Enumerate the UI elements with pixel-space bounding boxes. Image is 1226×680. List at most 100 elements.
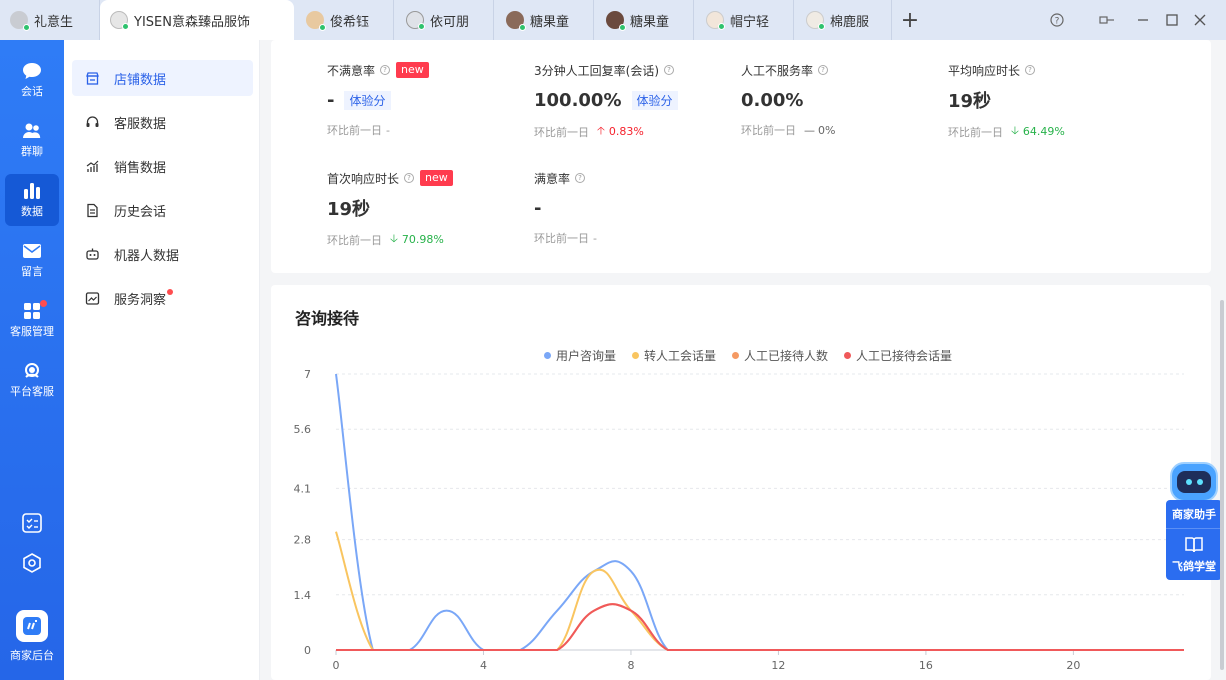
plus-icon[interactable]: + <box>900 8 920 33</box>
y-tick-label: 1.4 <box>294 589 312 602</box>
compare-value: 0.83% <box>608 125 644 138</box>
metric-title: 不满意率 <box>327 63 376 78</box>
help-icon[interactable]: ? <box>818 65 829 75</box>
flat-dash-icon: — <box>804 123 815 137</box>
nav-chat[interactable]: 会话 <box>5 54 59 106</box>
assistant-label-box[interactable]: 商家助手 <box>1166 500 1222 528</box>
help-icon[interactable]: ? <box>664 65 674 75</box>
checklist-icon[interactable] <box>0 512 64 534</box>
y-tick-label: 4.1 <box>294 482 312 495</box>
subnav-robot-data[interactable]: 机器人数据 <box>72 236 253 272</box>
series-line <box>335 531 1184 651</box>
x-tick-label: 20 <box>1066 659 1080 672</box>
maximize-icon[interactable] <box>1162 10 1182 30</box>
series-line <box>335 373 1184 651</box>
new-badge: new <box>396 62 429 78</box>
help-icon[interactable]: ? <box>404 173 415 183</box>
subnav-service-insight[interactable]: 服务洞察 <box>72 280 253 316</box>
arrow-down-icon: 🡣 <box>390 232 398 245</box>
tab-shop-7[interactable]: 帽宁轻 <box>696 0 794 40</box>
subnav-label: 销售数据 <box>114 160 167 176</box>
x-tick-label: 8 <box>627 659 634 672</box>
subnav-label: 服务洞察 <box>114 292 167 308</box>
document-icon <box>84 202 100 218</box>
scrollbar[interactable] <box>1220 300 1224 670</box>
tab-bar: 礼意生 YISEN意森臻品服饰 俊希钰 依可朋 糖果童 糖果童 帽宁轻 棉鹿服 … <box>0 0 1226 40</box>
compare-value: 70.98% <box>401 233 444 246</box>
notification-dot <box>167 289 174 295</box>
subnav-sales-data[interactable]: 销售数据 <box>72 148 253 184</box>
metric-title: 平均响应时长 <box>948 63 1021 78</box>
robot-icon <box>84 246 100 262</box>
tab-label: 糖果童 <box>630 14 670 30</box>
series-line <box>336 603 1184 651</box>
shop-avatar <box>506 11 526 31</box>
subnav-service-data[interactable]: 客服数据 <box>72 104 253 140</box>
nav-group-chat[interactable]: 群聊 <box>5 114 59 166</box>
tab-shop-4[interactable]: 依可朋 <box>396 0 494 40</box>
help-icon[interactable]: ? <box>575 173 586 183</box>
settings-icon[interactable] <box>0 552 64 574</box>
shop-avatar <box>806 11 825 30</box>
metric-value: 100.00% <box>534 89 622 111</box>
metric-satisfaction-rate: 满意率? - 环比前一日 - <box>534 169 734 246</box>
trial-tag: 体验分 <box>344 90 391 110</box>
book-icon <box>1185 536 1203 552</box>
metric-value: - <box>327 89 335 111</box>
nav-label: 客服管理 <box>10 324 54 338</box>
help-icon[interactable]: ? <box>380 65 391 75</box>
subnav-history-chats[interactable]: 历史会话 <box>72 192 253 228</box>
nav-label: 平台客服 <box>10 384 54 398</box>
trend-icon <box>84 158 100 174</box>
help-icon[interactable]: ? <box>1025 65 1036 75</box>
nav-platform-service[interactable]: 平台客服 <box>5 354 59 406</box>
feige-academy-button[interactable]: 飞鸽学堂 <box>1166 528 1222 580</box>
x-tick-label: 4 <box>480 659 487 672</box>
tab-label: 糖果童 <box>530 14 570 30</box>
insight-icon <box>84 290 100 306</box>
tab-shop-3[interactable]: 俊希钰 <box>296 0 394 40</box>
compare-label: 环比前一日 <box>534 125 589 139</box>
metric-dissatisfaction-rate: 不满意率? new - 体验分 环比前一日 - <box>327 61 527 138</box>
tab-shop-5[interactable]: 糖果童 <box>496 0 594 40</box>
shop-avatar <box>110 11 129 30</box>
merchant-backend[interactable]: 商家后台 <box>0 610 64 663</box>
compare-value: - <box>593 231 597 245</box>
shop-avatar <box>406 11 425 30</box>
tab-label: 俊希钰 <box>330 14 370 30</box>
subnav-shop-data[interactable]: 店铺数据 <box>72 60 253 96</box>
y-tick-label: 5.6 <box>294 423 312 436</box>
metric-no-service-rate: 人工不服务率? 0.00% 环比前一日 —0% <box>741 61 941 138</box>
nav-label: 留言 <box>21 264 43 278</box>
close-icon[interactable] <box>1190 10 1210 30</box>
compare-label: 环比前一日 <box>534 232 589 245</box>
metric-title: 满意率 <box>534 171 571 186</box>
trial-tag: 体验分 <box>631 90 678 110</box>
metric-title: 3分钟人工回复率(会话) <box>534 63 659 78</box>
x-tick-label: 12 <box>771 659 785 672</box>
shop-avatar <box>10 11 30 31</box>
sub-nav: 店铺数据 客服数据 销售数据 历史会话 机器人数据 服务洞察 <box>64 40 260 680</box>
tab-shop-1[interactable]: 礼意生 <box>0 0 100 40</box>
bar-chart-icon <box>24 182 40 199</box>
minimize-icon[interactable] <box>1133 10 1153 30</box>
tab-shop-6[interactable]: 糖果童 <box>596 0 694 40</box>
tab-shop-8[interactable]: 棉鹿服 <box>796 0 892 40</box>
nav-service-management[interactable]: 客服管理 <box>5 294 59 346</box>
tab-label: 依可朋 <box>430 14 470 30</box>
x-tick-label: 0 <box>333 659 340 672</box>
metrics-card: 不满意率? new - 体验分 环比前一日 - 3分钟人工回复率(会话)? 100.0… <box>271 40 1211 273</box>
nav-message[interactable]: 留言 <box>5 234 59 286</box>
tab-shop-2[interactable]: YISEN意森臻品服饰 <box>100 0 294 40</box>
merchant-backend-icon <box>16 610 48 642</box>
nav-data[interactable]: 数据 <box>5 174 59 226</box>
pin-icon[interactable] <box>1097 10 1117 30</box>
help-icon[interactable]: ? <box>1047 10 1067 30</box>
shop-avatar <box>706 11 725 30</box>
shop-avatar <box>306 11 326 31</box>
subnav-label: 机器人数据 <box>114 248 180 264</box>
nav-label: 群聊 <box>21 144 43 158</box>
consult-card: 咨询接待 用户咨询量 转人工会话量 人工已接待人数 人工已接待会话量 0 1.4 2.8 4… <box>271 285 1211 680</box>
merchant-backend-label: 商家后台 <box>10 649 54 662</box>
headset-icon <box>25 362 39 378</box>
